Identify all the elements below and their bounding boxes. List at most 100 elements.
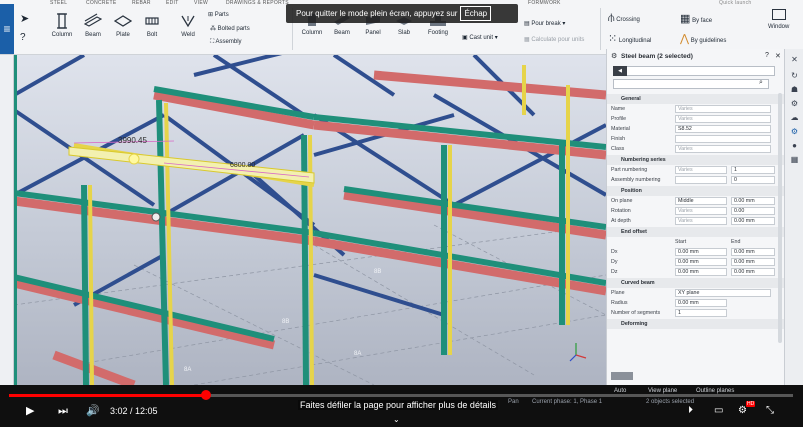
section-curved-beam[interactable]: Curved beam — [607, 278, 785, 288]
assembly-button[interactable]: ⛶ Assembly — [210, 39, 242, 46]
sphere-icon[interactable]: ● — [790, 141, 799, 150]
next-icon[interactable]: ⏭ — [58, 405, 68, 417]
properties-icon[interactable]: ⚙ — [790, 127, 799, 136]
play-icon[interactable]: ▶ — [26, 405, 34, 417]
grid-label: 8A — [184, 367, 191, 373]
assembly-start-field[interactable]: 0 — [731, 176, 775, 184]
pour-break-button[interactable]: ▤ Pour break ▾ — [524, 20, 565, 27]
property-panel: Steel beam (2 selected) ⚙ ? ✕ ◀ ⌕ Genera… — [606, 49, 785, 385]
on-plane-offset[interactable]: 0.00 mm — [731, 197, 775, 205]
dz-start-field[interactable]: 0.00 mm — [675, 268, 727, 276]
radius-field[interactable]: 0.00 mm — [675, 299, 727, 307]
class-field[interactable]: Varies — [675, 145, 771, 153]
dx-end-field[interactable]: 0.00 mm — [731, 248, 775, 256]
steel-beam-button[interactable]: Beam — [80, 13, 106, 49]
finish-field[interactable] — [675, 135, 771, 143]
field-row: Start End — [607, 237, 785, 247]
layers-icon[interactable]: ▦ — [790, 155, 799, 164]
steel-plate-button[interactable]: Plate — [110, 13, 136, 49]
volume-icon[interactable]: 🔊 — [86, 405, 100, 417]
search-icon[interactable]: ⌕ — [759, 79, 763, 87]
dy-end-field[interactable]: 0.00 mm — [731, 258, 775, 266]
subtitles-icon[interactable]: ▭ — [714, 405, 723, 417]
close-icon[interactable]: ✕ — [790, 55, 799, 64]
rotation-value[interactable]: 0.00 — [731, 207, 775, 215]
parts-button[interactable]: ⊞ Parts — [208, 11, 229, 18]
rotation-select[interactable]: Varies — [675, 207, 727, 215]
steel-bolt-button[interactable]: Bolt — [140, 13, 164, 49]
help-icon[interactable]: ? — [765, 52, 769, 59]
node-marker[interactable] — [151, 212, 161, 222]
tab-concrete[interactable]: CONCRETE — [86, 0, 116, 6]
calculate-pour-units-button[interactable]: ▦ Calculate pour units — [524, 36, 584, 43]
assembly-prefix-field[interactable] — [675, 176, 727, 184]
file-menu-button[interactable]: ≡ — [0, 4, 14, 54]
section-numbering[interactable]: Numbering series — [607, 155, 785, 165]
fullscreen-exit-icon[interactable]: ⤡ — [766, 405, 774, 417]
column-icon — [57, 13, 67, 29]
panel-scrollbar[interactable] — [778, 93, 782, 343]
concrete-footing-label: Footing — [427, 30, 448, 36]
property-search-input[interactable] — [613, 79, 769, 89]
dy-start-field[interactable]: 0.00 mm — [675, 258, 727, 266]
modify-button[interactable] — [611, 372, 633, 380]
tab-steel[interactable]: STEEL — [50, 0, 67, 6]
part-start-field[interactable]: 1 — [731, 166, 775, 174]
property-selector[interactable] — [613, 66, 775, 76]
gear-icon[interactable]: ⚙ — [611, 52, 617, 60]
bolted-parts-label: Bolted parts — [217, 26, 250, 32]
segments-field[interactable]: 1 — [675, 309, 727, 317]
on-plane-select[interactable]: Middle — [675, 197, 727, 205]
tab-rebar[interactable]: REBAR — [132, 0, 151, 6]
rebar-longitudinal-button[interactable]: ⁙ Longitudinal — [608, 32, 651, 45]
help-icon[interactable]: ? — [20, 32, 26, 43]
rebar-by-guidelines-button[interactable]: ⋀ By guidelines — [680, 32, 726, 45]
video-progress-knob[interactable] — [201, 390, 211, 400]
chevron-down-icon[interactable]: ⌄ — [393, 414, 400, 426]
model-viewport[interactable]: 8B 8B 8A 8A 3990.45 6800.00 — [14, 55, 606, 385]
refresh-icon[interactable]: ↻ — [790, 71, 799, 80]
steel-weld-button[interactable]: Weld — [176, 13, 200, 49]
status-phase: Current phase: 1, Phase 1 — [532, 399, 603, 405]
select-arrow-icon[interactable]: ➤ — [20, 12, 29, 25]
section-general[interactable]: General — [607, 94, 785, 104]
part-prefix-field[interactable]: Varies — [675, 166, 727, 174]
rebar-crossing-button[interactable]: ⫛ Crossing — [608, 12, 640, 25]
section-position[interactable]: Position — [607, 186, 785, 196]
field-row: Rotation Varies 0.00 — [607, 206, 785, 216]
tab-drawings-reports[interactable]: DRAWINGS & REPORTS — [226, 0, 289, 6]
section-end-offset[interactable]: End offset — [607, 227, 785, 237]
at-depth-select[interactable]: Varies — [675, 217, 727, 225]
dx-start-field[interactable]: 0.00 mm — [675, 248, 727, 256]
settings-icon[interactable]: ⚙ — [790, 99, 799, 108]
window-button[interactable]: Window — [768, 9, 789, 30]
ribbon-separator — [600, 8, 601, 50]
quick-launch[interactable]: Quick launch — [719, 0, 752, 6]
bolted-parts-button[interactable]: ⁂ Bolted parts — [210, 25, 250, 32]
rebar-by-face-button[interactable]: ▦ By face — [680, 12, 712, 25]
concrete-slab-label: Slab — [397, 30, 410, 36]
cloud-icon[interactable]: ☁ — [790, 113, 799, 122]
tab-edit[interactable]: EDIT — [166, 0, 179, 6]
name-field[interactable]: Varies — [675, 105, 771, 113]
hat-icon[interactable]: ☗ — [790, 85, 799, 94]
close-icon[interactable]: ✕ — [775, 52, 781, 60]
material-field[interactable]: S8.52 — [675, 125, 771, 133]
panel-body: General Name Varies Profile Varies Materia… — [607, 93, 785, 385]
cast-unit-button[interactable]: ▣ Cast unit ▾ — [462, 34, 498, 41]
at-depth-offset[interactable]: 0.00 mm — [731, 217, 775, 225]
selector-arrow-icon[interactable]: ◀ — [613, 66, 627, 76]
dz-end-field[interactable]: 0.00 mm — [731, 268, 775, 276]
tab-formwork[interactable]: FORMWORK — [528, 0, 561, 6]
section-deforming[interactable]: Deforming — [607, 319, 785, 329]
steel-bolt-label: Bolt — [146, 32, 158, 38]
ribbon: ≡ STEEL CONCRETE REBAR EDIT VIEW DRAWING… — [0, 0, 803, 55]
autoplay-toggle[interactable]: ⏵ — [688, 405, 693, 417]
rebar-by-face-label: By face — [692, 18, 713, 24]
steel-column-button[interactable]: Column — [48, 13, 76, 49]
bolt-icon — [145, 17, 159, 25]
tab-view[interactable]: VIEW — [194, 0, 208, 6]
profile-field[interactable]: Varies — [675, 115, 771, 123]
plane-select[interactable]: XY plane — [675, 289, 771, 297]
field-row: Part numbering Varies 1 — [607, 165, 785, 175]
